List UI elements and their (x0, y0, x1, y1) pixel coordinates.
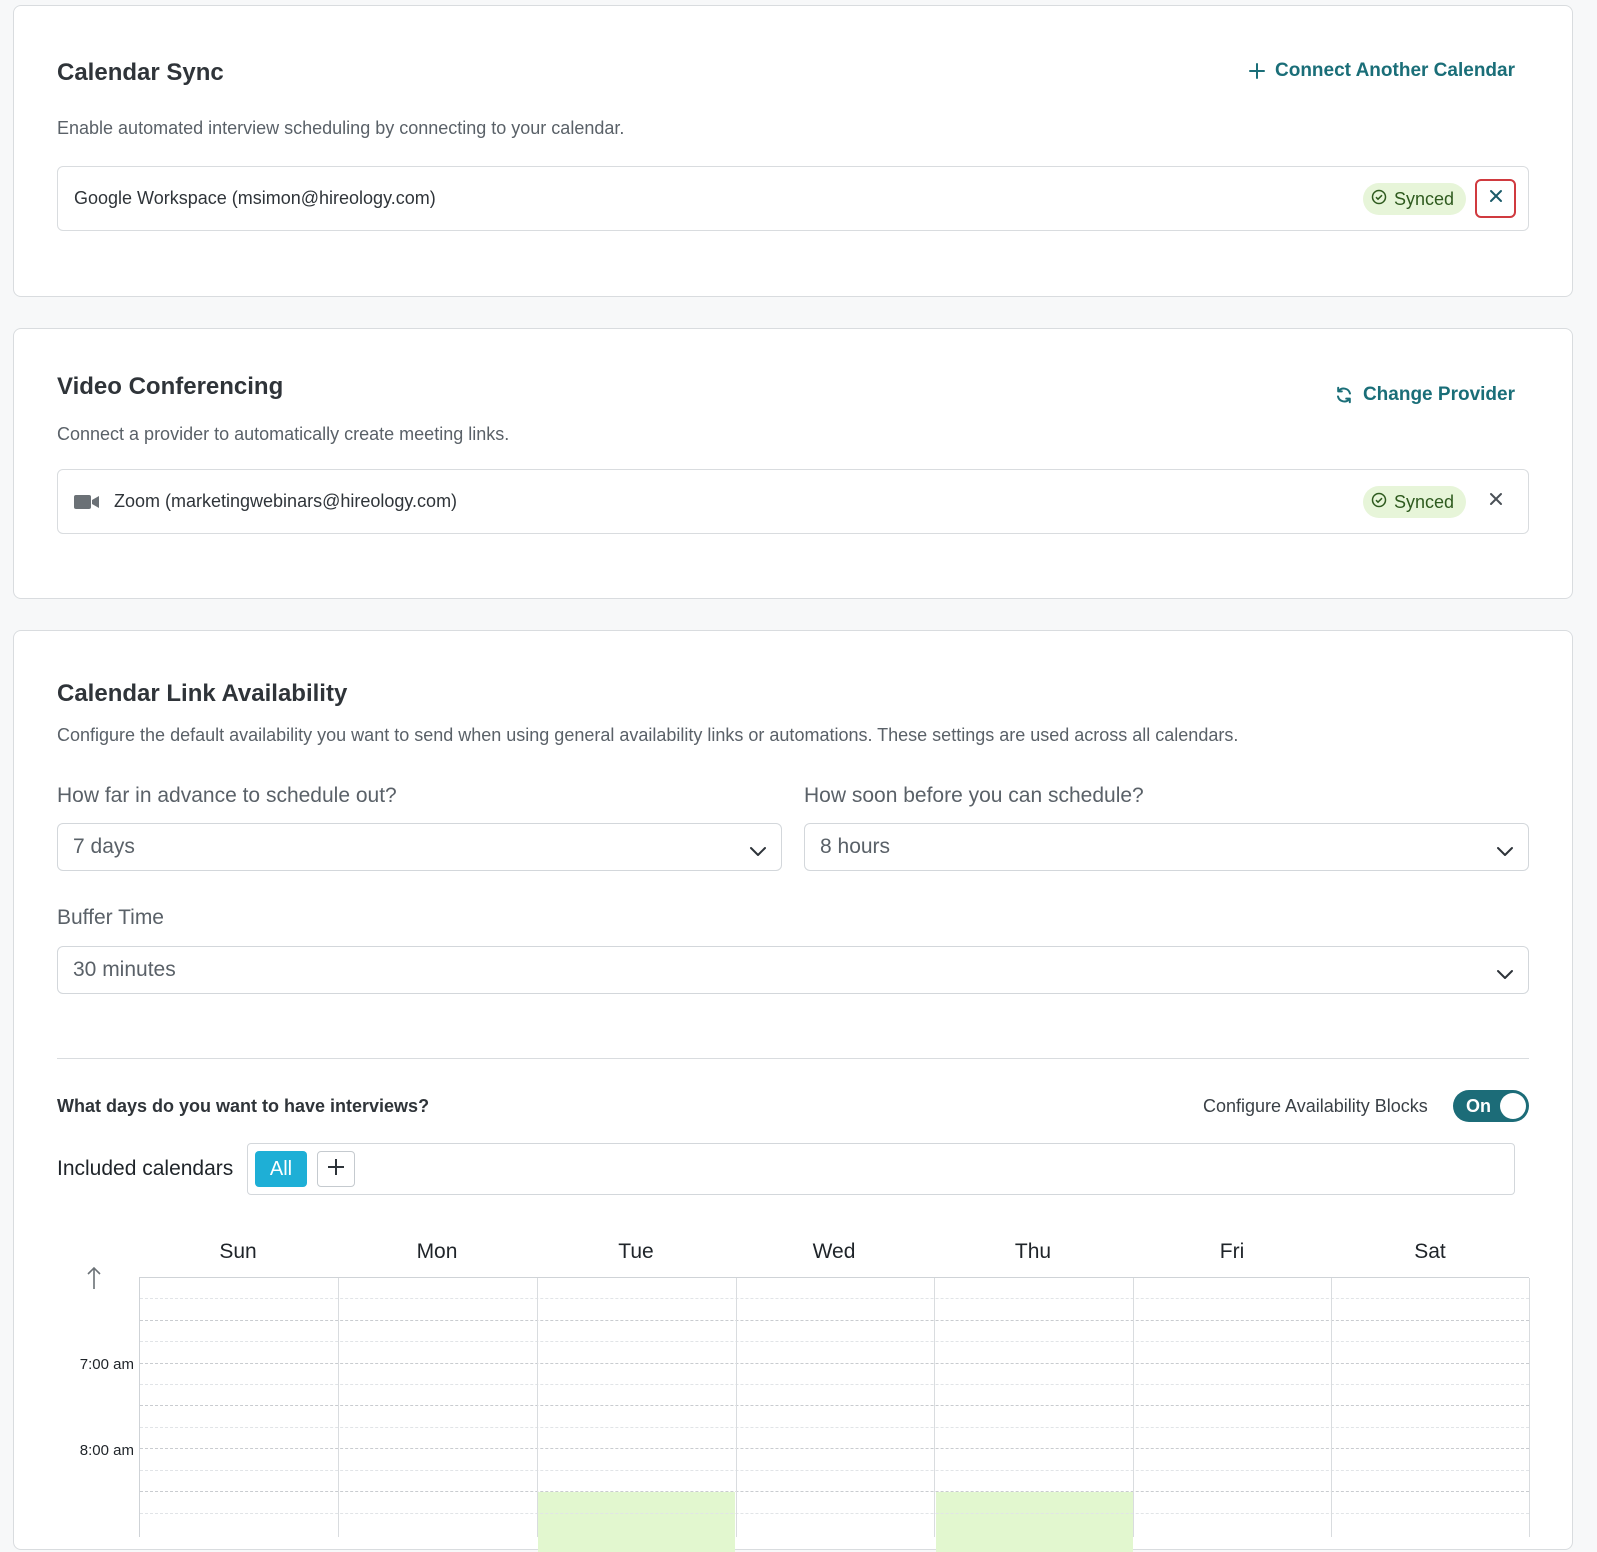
add-calendar-button[interactable] (317, 1151, 355, 1187)
synced-badge: Synced (1362, 486, 1466, 518)
zoom-connection-row: Zoom (marketingwebinars@hireology.com) S… (57, 469, 1529, 534)
video-camera-icon (74, 494, 100, 510)
buffer-select[interactable]: 30 minutes (57, 946, 1529, 994)
soon-label: How soon before you can schedule? (804, 784, 1144, 807)
chevron-down-icon (749, 840, 767, 864)
remove-google-connection-button[interactable] (1475, 179, 1516, 218)
plus-icon (1249, 63, 1265, 79)
buffer-label: Buffer Time (57, 906, 164, 929)
calendar-sync-card: Calendar Sync Connect Another Calendar E… (13, 5, 1573, 297)
day-header-tue: Tue (618, 1240, 654, 1263)
synced-label: Synced (1393, 491, 1454, 512)
change-provider-label: Change Provider (1362, 384, 1515, 405)
close-icon (1489, 189, 1503, 208)
grid-line (140, 1470, 1529, 1471)
connection-name: Zoom (marketingwebinars@hireology.com) (114, 491, 458, 511)
included-calendars-box: All (247, 1143, 1515, 1195)
all-calendars-button[interactable]: All (255, 1151, 307, 1187)
video-conferencing-description: Connect a provider to automatically crea… (57, 424, 510, 444)
synced-badge: Synced (1362, 183, 1466, 215)
soon-value: 8 hours (820, 835, 891, 858)
chevron-down-icon (1496, 840, 1514, 864)
calendar-sync-description: Enable automated interview scheduling by… (57, 118, 625, 138)
day-header-sun: Sun (219, 1240, 257, 1263)
grid-line (140, 1341, 1529, 1342)
grid-line (140, 1427, 1529, 1428)
change-provider-button[interactable]: Change Provider (1335, 384, 1515, 406)
video-conferencing-title: Video Conferencing (57, 373, 284, 400)
availability-grid[interactable] (139, 1277, 1530, 1552)
configure-blocks-toggle[interactable]: On (1453, 1090, 1529, 1122)
check-circle-icon (1371, 492, 1387, 513)
advance-select[interactable]: 7 days (57, 823, 782, 871)
day-header-wed: Wed (812, 1240, 856, 1263)
grid-column-line (1133, 1278, 1134, 1537)
soon-select[interactable]: 8 hours (804, 823, 1529, 871)
buffer-value: 30 minutes (73, 958, 176, 981)
toggle-label: On (1466, 1096, 1491, 1116)
grid-column-line (537, 1278, 538, 1537)
availability-description: Configure the default availability you w… (57, 725, 1239, 745)
day-header-mon: Mon (416, 1240, 458, 1263)
remove-zoom-connection-button[interactable] (1475, 482, 1516, 521)
grid-line (140, 1298, 1529, 1299)
grid-line (140, 1320, 1529, 1321)
grid-column-line (736, 1278, 737, 1537)
check-circle-icon (1371, 189, 1387, 210)
connection-name: Google Workspace (msimon@hireology.com) (74, 188, 436, 208)
grid-column-line (338, 1278, 339, 1537)
google-connection-row: Google Workspace (msimon@hireology.com) … (57, 166, 1529, 231)
advance-value: 7 days (73, 835, 135, 858)
grid-column-line (934, 1278, 935, 1537)
available-slot-thu[interactable] (936, 1492, 1133, 1552)
included-calendars-label: Included calendars (57, 1157, 234, 1180)
video-conferencing-card: Video Conferencing Change Provider Conne… (13, 328, 1573, 599)
refresh-icon (1335, 386, 1353, 404)
grid-line (140, 1384, 1529, 1385)
day-header-thu: Thu (1014, 1240, 1052, 1263)
grid-column-line (1529, 1278, 1530, 1537)
synced-label: Synced (1393, 188, 1454, 209)
grid-line (140, 1448, 1529, 1449)
section-divider (57, 1058, 1529, 1059)
close-icon (1489, 492, 1503, 511)
availability-title: Calendar Link Availability (57, 680, 348, 707)
advance-label: How far in advance to schedule out? (57, 784, 397, 807)
time-label-7am: 7:00 am (79, 1356, 134, 1373)
grid-line (140, 1491, 1529, 1492)
grid-line (140, 1363, 1529, 1364)
all-calendars-label: All (269, 1157, 293, 1180)
available-slot-tue[interactable] (538, 1492, 735, 1552)
grid-column-line (1331, 1278, 1332, 1537)
calendar-sync-title: Calendar Sync (57, 59, 224, 86)
time-label-8am: 8:00 am (79, 1442, 134, 1459)
day-header-sat: Sat (1414, 1240, 1446, 1263)
days-question: What days do you want to have interviews… (57, 1096, 430, 1116)
toggle-knob (1500, 1093, 1526, 1119)
chevron-down-icon (1496, 963, 1514, 987)
grid-line (140, 1405, 1529, 1406)
scroll-up-arrow-icon[interactable] (86, 1266, 102, 1295)
plus-icon (327, 1158, 345, 1181)
configure-blocks-label: Configure Availability Blocks (1203, 1096, 1428, 1116)
grid-line (140, 1513, 1529, 1514)
connect-another-calendar-label: Connect Another Calendar (1275, 60, 1515, 81)
day-header-fri: Fri (1219, 1240, 1245, 1263)
connect-another-calendar-button[interactable]: Connect Another Calendar (1249, 60, 1515, 82)
